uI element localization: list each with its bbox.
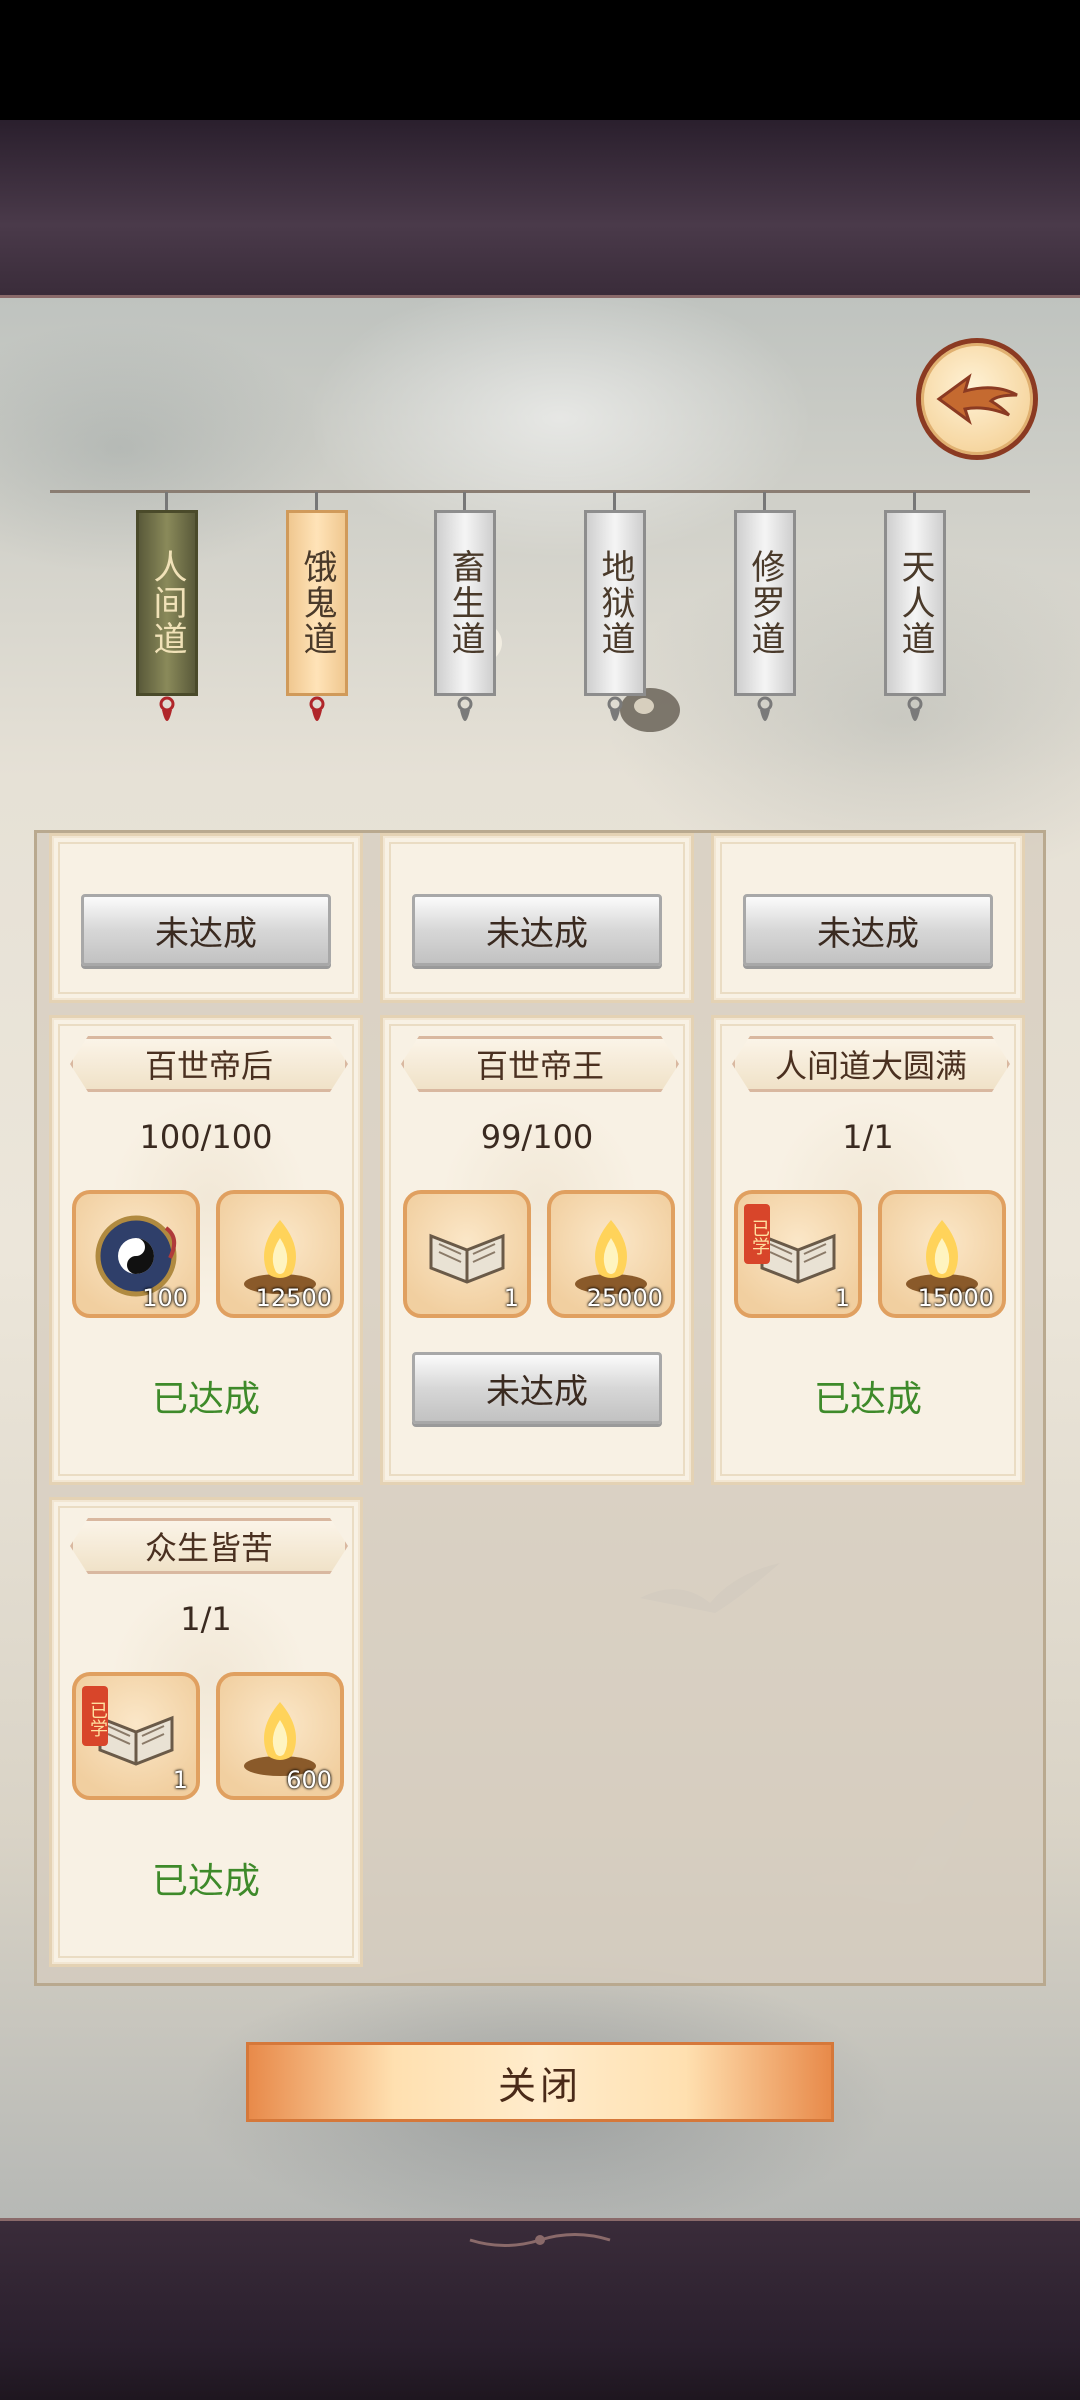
achievement-progress: 100/100	[139, 1118, 273, 1156]
achievement-card: 众生皆苦 1/1 已学 1 600 已达成	[49, 1497, 363, 1967]
not-achieved-button[interactable]: 未达成	[743, 894, 993, 966]
achievement-card: 未达成	[49, 833, 363, 1003]
achievement-title-ribbon: 众生皆苦	[70, 1518, 348, 1574]
reward-item[interactable]: 已学 1	[734, 1190, 862, 1318]
reward-item[interactable]: 600	[216, 1672, 344, 1800]
reward-item[interactable]: 已学 1	[72, 1672, 200, 1800]
achievement-progress: 1/1	[180, 1600, 232, 1638]
tassel-icon	[457, 696, 473, 721]
reward-count: 25000	[586, 1284, 663, 1312]
achievement-card: 百世帝王 99/100 1 25000 未达成	[380, 1015, 694, 1485]
achievement-title-ribbon: 百世帝王	[401, 1036, 679, 1092]
reward-item[interactable]: 12500	[216, 1190, 344, 1318]
realm-tab-label: 畜生道	[445, 549, 485, 657]
realm-tab[interactable]: 地狱道	[584, 492, 646, 721]
learned-badge: 已学	[82, 1686, 108, 1746]
achievement-card: 未达成	[380, 833, 694, 1003]
not-achieved-button[interactable]: 未达成	[412, 1352, 662, 1424]
achievement-card: 百世帝后 100/100 100 12500 已达成	[49, 1015, 363, 1485]
reward-count: 600	[286, 1766, 332, 1794]
realm-tab-label: 人间道	[147, 549, 187, 657]
achievement-progress: 1/1	[842, 1118, 894, 1156]
reward-count: 12500	[255, 1284, 332, 1312]
reward-count: 15000	[917, 1284, 994, 1312]
learned-badge: 已学	[744, 1204, 770, 1264]
achievement-title: 众生皆苦	[144, 1529, 273, 1567]
realm-tab[interactable]: 人间道	[136, 492, 198, 721]
achievement-panel[interactable]: 未达成 未达成 未达成 百世帝后 100/100 100 12500 已达成 百…	[34, 830, 1046, 1986]
achieved-label: 已达成	[813, 1379, 922, 1420]
status-label: 未达成	[486, 1371, 588, 1412]
tassel-icon	[907, 696, 923, 721]
achieved-label: 已达成	[151, 1379, 260, 1420]
realm-tab-label: 修罗道	[745, 549, 785, 657]
achievement-card: 未达成	[711, 833, 1025, 1003]
reward-count: 1	[503, 1284, 519, 1312]
achievement-title-ribbon: 百世帝后	[70, 1036, 348, 1092]
tassel-icon	[757, 696, 773, 721]
status-bar-area	[0, 0, 1080, 120]
achievement-progress: 99/100	[480, 1118, 594, 1156]
not-achieved-button[interactable]: 未达成	[81, 894, 331, 966]
status-label: 未达成	[486, 913, 588, 954]
reward-count: 1	[834, 1284, 850, 1312]
reward-item[interactable]: 1	[403, 1190, 531, 1318]
reward-count: 100	[142, 1284, 188, 1312]
achievement-title: 人间道大圆满	[774, 1047, 967, 1085]
achievement-title-ribbon: 人间道大圆满	[732, 1036, 1010, 1092]
realm-tab[interactable]: 饿鬼道	[286, 492, 348, 721]
ornament-icon	[469, 2233, 611, 2247]
reward-item[interactable]: 100	[72, 1190, 200, 1318]
realm-tab-label: 天人道	[895, 549, 935, 657]
realm-tab-label: 饿鬼道	[297, 549, 337, 657]
realm-tab-label: 地狱道	[595, 549, 635, 657]
achieved-label: 已达成	[151, 1861, 260, 1902]
realm-tab[interactable]: 天人道	[884, 492, 946, 721]
status-label: 未达成	[155, 913, 257, 954]
achievement-title: 百世帝王	[475, 1047, 604, 1085]
bottom-frame-band	[0, 2218, 1080, 2400]
reward-item[interactable]: 25000	[547, 1190, 675, 1318]
realm-tab[interactable]: 畜生道	[434, 492, 496, 721]
status-label: 未达成	[817, 913, 919, 954]
tassel-icon	[309, 696, 325, 721]
realm-tab[interactable]: 修罗道	[734, 492, 796, 721]
close-button[interactable]: 关闭	[246, 2042, 834, 2122]
not-achieved-button[interactable]: 未达成	[412, 894, 662, 966]
tab-rope	[50, 490, 1030, 493]
reward-item[interactable]: 15000	[878, 1190, 1006, 1318]
achievement-title: 百世帝后	[144, 1047, 273, 1085]
scroll-book-icon	[429, 1233, 505, 1284]
tassel-icon	[159, 696, 175, 721]
back-arrow-icon	[936, 373, 1018, 425]
tassel-icon	[607, 696, 623, 721]
achievement-card: 人间道大圆满 1/1 已学 1 15000 已达成	[711, 1015, 1025, 1485]
reward-count: 1	[172, 1766, 188, 1794]
back-button[interactable]	[916, 338, 1038, 460]
close-label: 关闭	[497, 2063, 582, 2108]
top-frame-band	[0, 120, 1080, 402]
